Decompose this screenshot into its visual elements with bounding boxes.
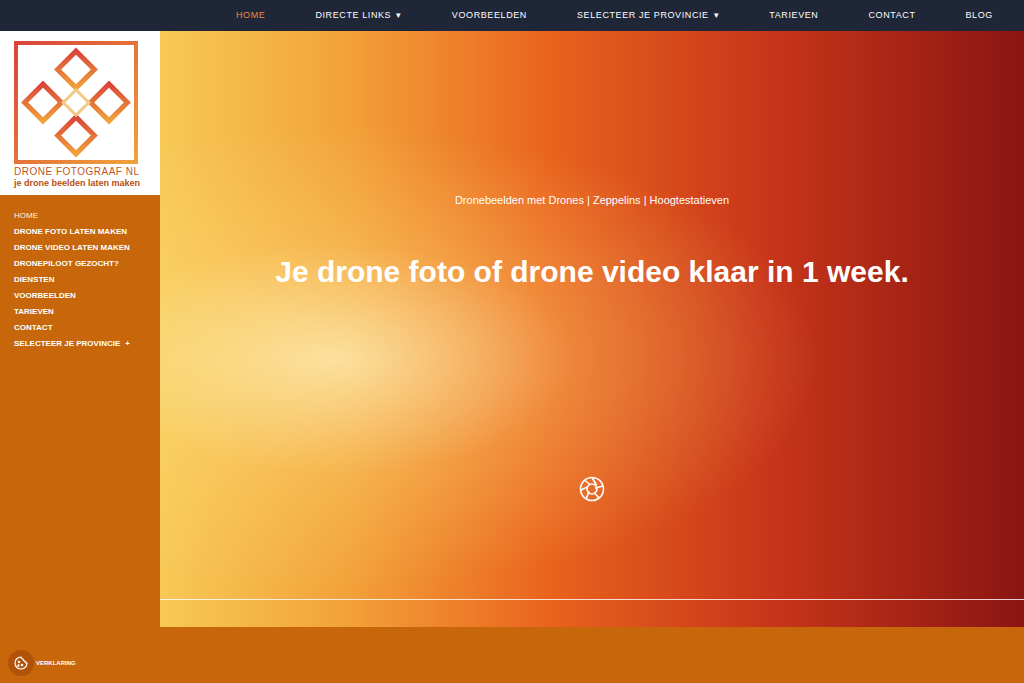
hero-divider [160,599,1024,600]
sidebar-item[interactable]: VOORBEELDEN [14,288,160,304]
logo-icon [14,41,138,164]
shutter-icon[interactable] [579,476,605,502]
top-nav-item[interactable]: BLOG [966,9,993,23]
page: HOME DIRECTE LINKS▾ VOORBEELDEN SELECTEER J… [0,0,1024,683]
caret-icon: ▾ [396,9,402,23]
hero-heading: Je drone foto of drone video klaar in 1 … [275,253,909,291]
cookie-icon[interactable] [14,656,28,670]
sidebar-item[interactable]: SELECTEER JE PROVINCIE+ [14,336,160,352]
logo-title: DRONE FOTOGRAAF NL [14,166,160,178]
logo-tagline: je drone beelden laten maken [14,178,160,189]
caret-icon: ▾ [714,9,720,23]
top-nav-item[interactable]: DIRECTE LINKS▾ [315,9,401,23]
sidebar-item[interactable]: DRONE VIDEO LATEN MAKEN [14,240,160,256]
sidebar: DRONE FOTOGRAAF NLje drone beelden laten… [0,31,160,627]
sidebar-item[interactable]: CONTACT [14,320,160,336]
top-nav-item[interactable]: CONTACT [868,9,915,23]
cookie-button[interactable]: VERKLARING [8,650,76,676]
hero: Dronebeelden met Drones | Zeppelins | Ho… [160,31,1024,627]
sidebar-menu: HOMEDRONE FOTO LATEN MAKENDRONE VIDEO LA… [0,195,160,352]
footer: VERKLARING [0,627,1024,683]
top-nav-item[interactable]: HOME [236,9,265,23]
top-nav-item[interactable]: TARIEVEN [769,9,818,23]
logo[interactable]: DRONE FOTOGRAAF NLje drone beelden laten… [0,31,160,195]
sidebar-item[interactable]: TARIEVEN [14,304,160,320]
top-nav-item[interactable]: SELECTEER JE PROVINCIE▾ [577,9,719,23]
top-nav: HOME DIRECTE LINKS▾ VOORBEELDEN SELECTEER J… [0,0,1024,31]
sidebar-item[interactable]: DRONE FOTO LATEN MAKEN [14,224,160,240]
sidebar-item[interactable]: DRONEPILOOT GEZOCHT? [14,256,160,272]
cookie-link[interactable]: VERKLARING [36,659,76,668]
sidebar-item[interactable]: DIENSTEN [14,272,160,288]
hero-subtitle: Dronebeelden met Drones | Zeppelins | Ho… [455,193,729,207]
sidebar-item[interactable]: HOME [14,208,160,224]
body-row: DRONE FOTOGRAAF NLje drone beelden laten… [0,31,1024,627]
top-nav-item[interactable]: VOORBEELDEN [452,9,527,23]
expand-icon[interactable]: + [125,338,130,350]
hero-glow [160,31,1024,627]
